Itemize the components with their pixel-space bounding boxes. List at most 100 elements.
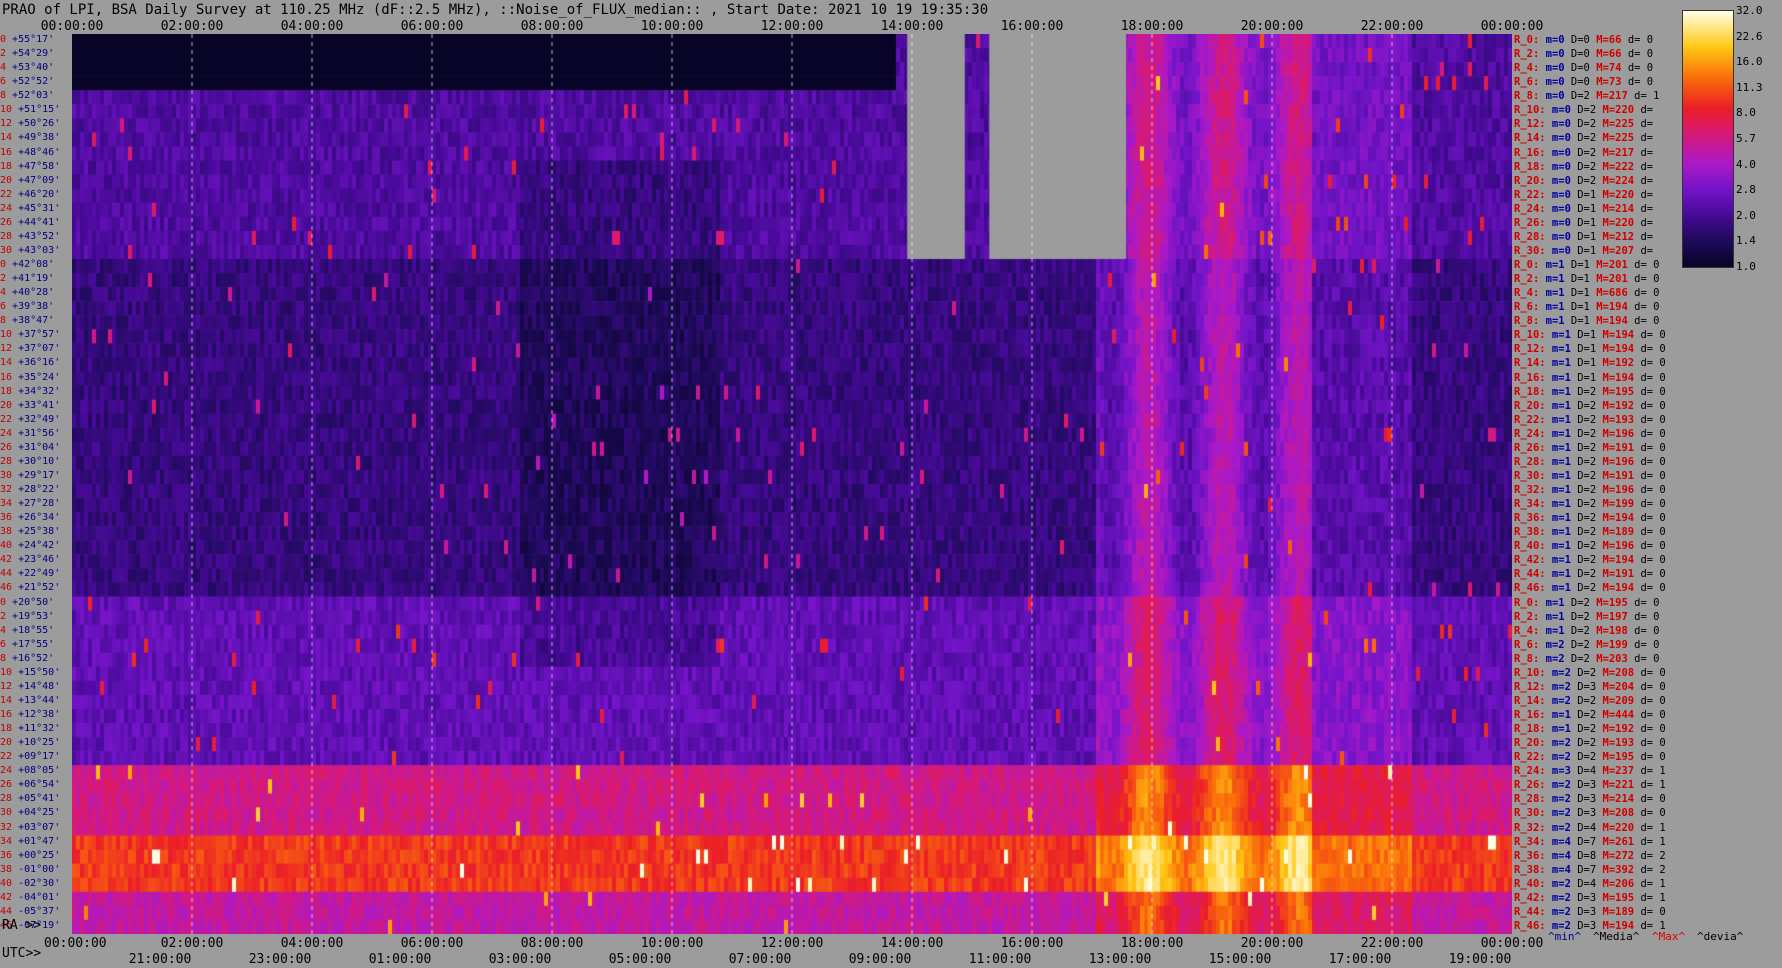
declination-label: 24 +31°56' bbox=[0, 427, 61, 439]
row-stat: R_20: m=0 D=2 M=224 d= bbox=[1514, 174, 1654, 187]
top-tick-label: 20:00:00 bbox=[1240, 19, 1304, 34]
declination-label: 30 +43°03' bbox=[0, 244, 61, 256]
declination-label: 42 -04°01' bbox=[0, 891, 61, 903]
ra-tick-label: 22:00:00 bbox=[1360, 936, 1424, 951]
declination-label: 36 +26°34' bbox=[0, 512, 61, 524]
ra-tick-label: 10:00:00 bbox=[640, 936, 704, 951]
row-stat: R_14: m=0 D=2 M=225 d= bbox=[1514, 132, 1654, 145]
row-stat: R_30: m=1 D=2 M=191 d= 0 bbox=[1514, 469, 1666, 482]
top-tick-label: 14:00:00 bbox=[880, 19, 944, 34]
ra-tick-label: 14:00:00 bbox=[880, 936, 944, 951]
row-stat: R_18: m=1 D=2 M=192 d= 0 bbox=[1514, 723, 1666, 736]
declination-label: 28 +30°10' bbox=[0, 455, 61, 467]
declination-label: 46 +21°52' bbox=[0, 582, 61, 594]
row-stat: R_6: m=2 D=2 M=199 d= 0 bbox=[1514, 638, 1660, 651]
declination-label: 22 +32°49' bbox=[0, 413, 61, 425]
utc-tick-label: 21:00:00 bbox=[128, 952, 192, 967]
row-stat: R_36: m=1 D=2 M=194 d= 0 bbox=[1514, 512, 1666, 525]
row-stat: R_44: m=2 D=3 M=189 d= 0 bbox=[1514, 905, 1666, 918]
row-stat: R_18: m=1 D=2 M=195 d= 0 bbox=[1514, 385, 1666, 398]
ra-tick-label: 08:00:00 bbox=[520, 936, 584, 951]
row-stat: R_12: m=0 D=2 M=225 d= bbox=[1514, 118, 1654, 131]
top-tick-label: 04:00:00 bbox=[280, 19, 344, 34]
colorbar-tick: 4.0 bbox=[1736, 157, 1756, 171]
declination-label: 26 +44°41' bbox=[0, 216, 61, 228]
declination-label: 0 +42°08' bbox=[0, 259, 55, 270]
row-stat: R_10: m=1 D=1 M=194 d= 0 bbox=[1514, 329, 1666, 342]
utc-tick-label: 07:00:00 bbox=[728, 952, 792, 967]
utc-tick-label: 01:00:00 bbox=[368, 952, 432, 967]
declination-label: 22 +46°20' bbox=[0, 188, 61, 200]
ra-tick-label: 02:00:00 bbox=[160, 936, 224, 951]
row-stat: R_22: m=1 D=2 M=193 d= 0 bbox=[1514, 413, 1666, 426]
utc-tick-label: 05:00:00 bbox=[608, 952, 672, 967]
chart-title: PRAO of LPI, BSA Daily Survey at 110.25 … bbox=[2, 2, 989, 18]
declination-label: 30 +29°17' bbox=[0, 469, 61, 481]
top-tick-label: 06:00:00 bbox=[400, 19, 464, 34]
row-stat: R_0: m=1 D=2 M=195 d= 0 bbox=[1514, 596, 1660, 609]
declination-label: 2 +54°29' bbox=[0, 48, 55, 60]
row-stat: R_6: m=1 D=1 M=194 d= 0 bbox=[1514, 301, 1660, 314]
ra-tick-label: 20:00:00 bbox=[1240, 936, 1304, 951]
declination-label: 34 +01°47' bbox=[0, 835, 61, 847]
declination-label: 26 +06°54' bbox=[0, 779, 61, 791]
declination-label: 14 +13°44' bbox=[0, 694, 61, 706]
row-stat: R_28: m=1 D=2 M=196 d= 0 bbox=[1514, 455, 1666, 468]
utc-tick-label: 17:00:00 bbox=[1328, 952, 1392, 967]
row-stat: R_6: m=0 D=0 M=73 d= 0 bbox=[1514, 76, 1654, 89]
row-stat: R_16: m=0 D=2 M=217 d= bbox=[1514, 146, 1654, 159]
declination-label: 12 +37°07' bbox=[0, 343, 61, 355]
declination-label: 24 +08°05' bbox=[0, 765, 61, 777]
declination-label: 42 +23°46' bbox=[0, 554, 61, 566]
declination-label: 36 +00°25' bbox=[0, 849, 61, 861]
top-tick-label: 10:00:00 bbox=[640, 19, 704, 34]
ra-tick-label: 18:00:00 bbox=[1120, 936, 1184, 951]
top-tick-label: 16:00:00 bbox=[1000, 19, 1064, 34]
row-stat: R_2: m=1 D=1 M=201 d= 0 bbox=[1514, 273, 1660, 286]
row-stat: R_18: m=0 D=2 M=222 d= bbox=[1514, 160, 1654, 173]
declination-label: 18 +47°58' bbox=[0, 160, 61, 172]
declination-label: 4 +40°28' bbox=[0, 287, 55, 299]
declination-label: 4 +53°40' bbox=[0, 62, 55, 74]
declination-label: 32 +28°22' bbox=[0, 484, 61, 495]
row-stat: R_8: m=1 D=1 M=194 d= 0 bbox=[1514, 315, 1660, 328]
declination-label: 10 +51°15' bbox=[0, 104, 61, 116]
stats-legend-key: ^devia^ bbox=[1697, 930, 1744, 943]
declination-label: 44 -05°37' bbox=[0, 905, 61, 917]
row-stat: R_32: m=2 D=4 M=220 d= 1 bbox=[1514, 821, 1666, 834]
colorbar-tick: 22.6 bbox=[1736, 29, 1763, 43]
stats-legend-key: ^Media^ bbox=[1593, 930, 1640, 943]
declination-label: 20 +47°09' bbox=[0, 174, 61, 186]
utc-tick-label: 23:00:00 bbox=[248, 952, 312, 967]
row-stat: R_2: m=0 D=0 M=66 d= 0 bbox=[1514, 48, 1654, 61]
heatmap-canvas bbox=[72, 34, 1512, 934]
ra-tick-label: 00:00:00 bbox=[44, 936, 107, 951]
row-stat: R_0: m=0 D=0 M=66 d= 0 bbox=[1514, 34, 1654, 46]
row-stat: R_2: m=1 D=2 M=197 d= 0 bbox=[1514, 610, 1660, 623]
declination-label: 6 +39°38' bbox=[0, 301, 55, 313]
declination-label: 34 +27°28' bbox=[0, 498, 61, 510]
colorbar-tick: 1.4 bbox=[1736, 234, 1756, 248]
row-stat: R_30: m=2 D=3 M=208 d= 0 bbox=[1514, 807, 1666, 820]
row-stat: R_46: m=2 D=3 M=194 d= 1 bbox=[1514, 919, 1666, 932]
row-stat: R_28: m=2 D=3 M=214 d= 0 bbox=[1514, 793, 1666, 806]
top-tick-label: 18:00:00 bbox=[1120, 19, 1184, 34]
row-stat: R_26: m=0 D=1 M=220 d= bbox=[1514, 216, 1654, 229]
row-stat: R_12: m=2 D=3 M=204 d= 0 bbox=[1514, 680, 1666, 693]
declination-label: 12 +14°48' bbox=[0, 680, 61, 692]
stats-legend-key: ^min^ bbox=[1548, 930, 1582, 943]
top-tick-label: 02:00:00 bbox=[160, 19, 224, 34]
top-tick-label: 00:00:00 bbox=[1480, 19, 1544, 34]
declination-label: 10 +15°50' bbox=[0, 666, 61, 678]
row-stat: R_4: m=0 D=0 M=74 d= 0 bbox=[1514, 62, 1654, 75]
row-stat: R_24: m=0 D=1 M=214 d= bbox=[1514, 202, 1654, 215]
row-stat: R_42: m=2 D=3 M=195 d= 1 bbox=[1514, 891, 1666, 904]
utc-tick-label: 11:00:00 bbox=[968, 952, 1032, 967]
top-tick-label: 00:00:00 bbox=[40, 19, 104, 34]
row-stat: R_8: m=0 D=2 M=217 d= 1 bbox=[1514, 90, 1660, 103]
declination-label: 16 +12°38' bbox=[0, 709, 61, 720]
ra-axis-label: RA >> bbox=[2, 918, 42, 933]
colorbar bbox=[1682, 10, 1734, 268]
row-stat: R_22: m=2 D=2 M=195 d= 0 bbox=[1514, 751, 1666, 764]
ra-tick-label: 12:00:00 bbox=[760, 936, 824, 951]
